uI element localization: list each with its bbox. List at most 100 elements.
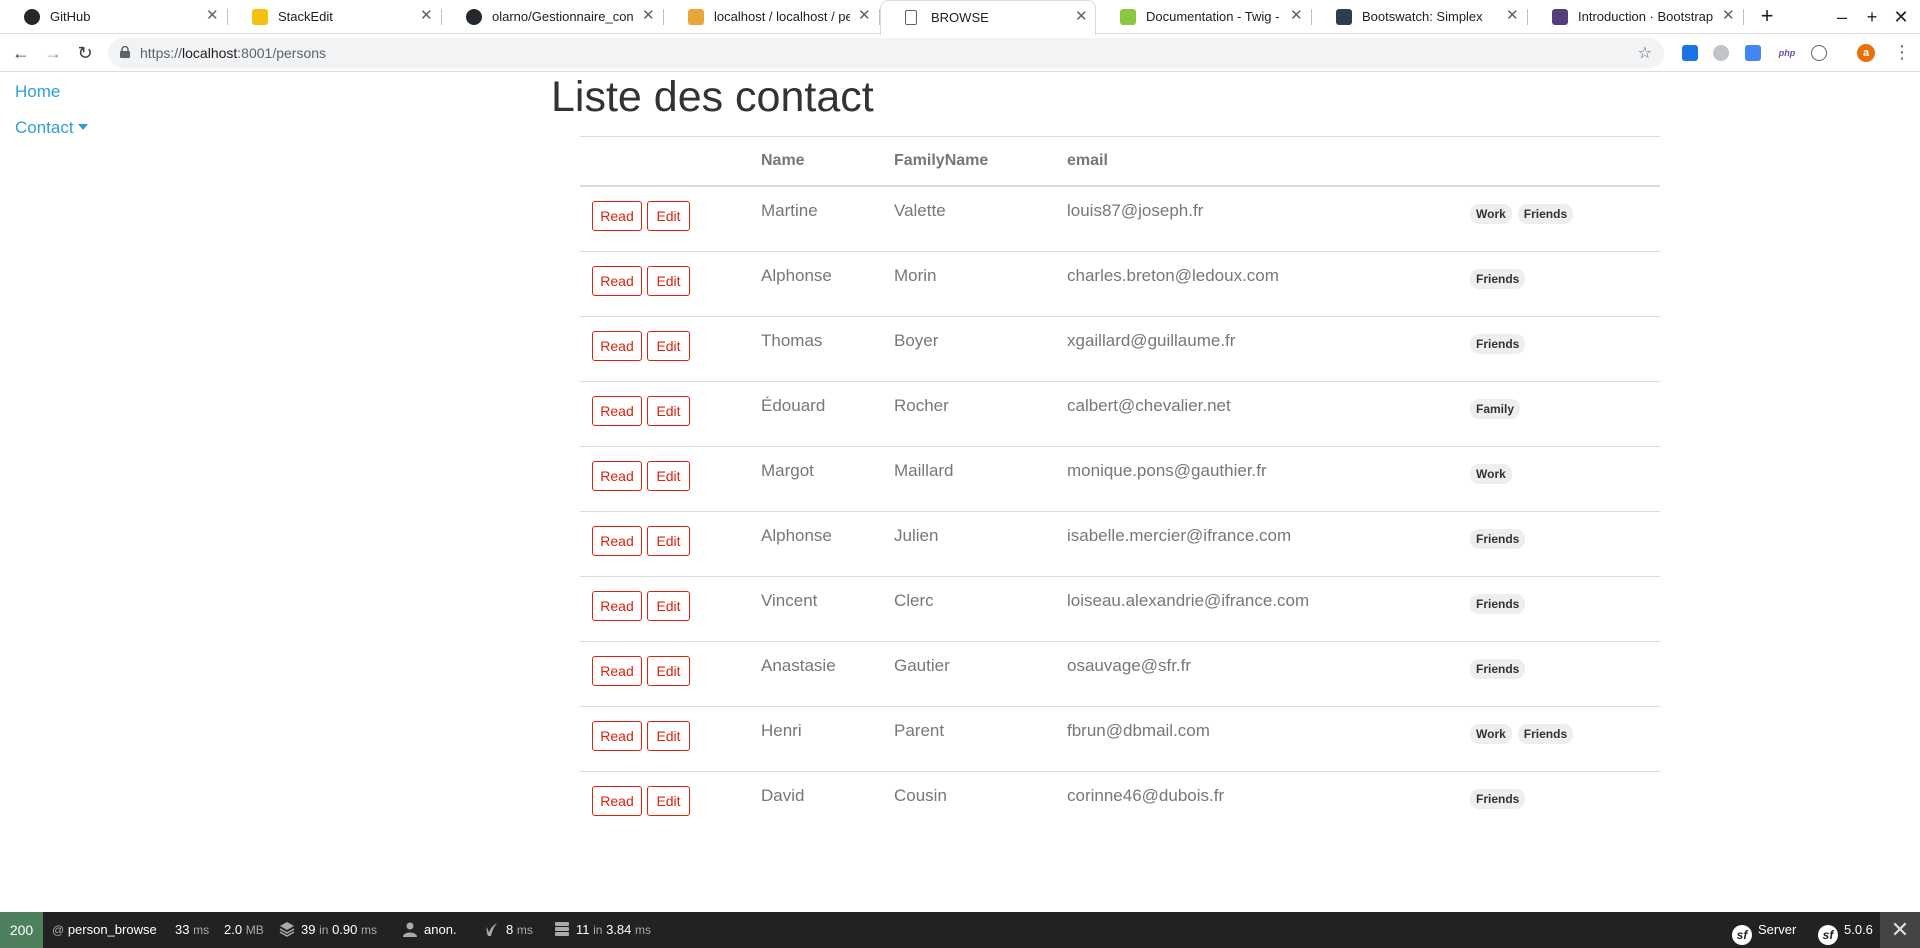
cell-family-name: Cousin [894,786,947,805]
browser-tab[interactable]: StackEdit ✕ [228,0,442,34]
cell-email: xgaillard@guillaume.fr [1067,331,1236,350]
cell-name: Thomas [761,331,823,350]
read-button[interactable]: Read [592,591,642,621]
browser-tab[interactable]: Bootswatch: Simplex ✕ [1312,0,1528,34]
tag-badge: Work [1470,724,1512,744]
cell-name: Anastasie [761,656,836,675]
browser-tab[interactable]: Introduction · Bootstrap ✕ [1528,0,1744,34]
new-tab-button[interactable]: + [1755,5,1779,29]
extension-shield-icon[interactable] [1745,45,1761,61]
edit-button[interactable]: Edit [647,526,690,556]
tag-list: Friends [1470,269,1526,289]
edit-button[interactable]: Edit [647,201,690,231]
cell-email: monique.pons@gauthier.fr [1067,461,1267,480]
tag-badge: Work [1470,464,1512,484]
github-icon [466,9,482,25]
nav-contact-dropdown[interactable]: Contact [15,118,88,138]
edit-button[interactable]: Edit [647,786,690,816]
server-panel[interactable]: sf Server [1732,912,1796,948]
read-button[interactable]: Read [592,331,642,361]
browser-menu-icon[interactable]: ⋮ [1893,42,1911,63]
tag-list: Friends [1470,529,1526,549]
tag-list: Friends [1470,789,1526,809]
reload-icon[interactable]: ↻ [72,40,98,66]
cache-panel[interactable]: 39 in 0.90 ms [279,912,377,948]
memory-usage[interactable]: 2.0 MB [224,912,264,948]
close-tab-icon[interactable]: ✕ [1290,8,1303,24]
read-button[interactable]: Read [592,396,642,426]
bookmark-star-icon[interactable]: ☆ [1638,43,1652,63]
close-tab-icon[interactable]: ✕ [1075,9,1088,25]
forward-icon[interactable]: → [40,40,66,66]
read-button[interactable]: Read [592,461,642,491]
close-tab-icon[interactable]: ✕ [1506,8,1519,24]
cell-family-name: Rocher [894,396,949,415]
nav-home-link[interactable]: Home [15,82,88,102]
tag-list: Family [1470,399,1521,419]
minimize-icon[interactable]: – [1829,4,1855,30]
stackedit-icon [252,9,268,25]
edit-button[interactable]: Edit [647,721,690,751]
edit-button[interactable]: Edit [647,266,690,296]
close-window-icon[interactable]: ✕ [1888,4,1914,30]
back-icon[interactable]: ← [8,40,34,66]
edit-button[interactable]: Edit [647,396,690,426]
cell-name: Margot [761,461,814,480]
tab-title: localhost / localhost / perso [714,9,850,24]
cell-name: Alphonse [761,266,832,285]
cell-name: Henri [761,721,802,740]
browser-tab-strip: GitHub ✕ StackEdit ✕ olarno/Gestionnaire_con… [0,0,1920,35]
read-button[interactable]: Read [592,721,642,751]
read-button[interactable]: Read [592,266,642,296]
tag-badge: Friends [1470,269,1526,289]
read-button[interactable]: Read [592,656,642,686]
close-tab-icon[interactable]: ✕ [642,8,655,24]
close-tab-icon[interactable]: ✕ [1722,8,1735,24]
read-button[interactable]: Read [592,786,642,816]
edit-button[interactable]: Edit [647,331,690,361]
column-header-family-name: FamilyName [894,152,989,169]
page-icon [905,10,917,25]
user-panel[interactable]: anon. [402,912,457,948]
bootstrap-icon [1552,9,1568,25]
table-row: Read Edit Henri Parent fbrun@dbmail.com Work F… [580,707,1660,772]
edit-button[interactable]: Edit [647,591,690,621]
page-content: Home Contact Liste des contact Name Fami… [0,72,1920,912]
extension-gray-icon[interactable] [1713,45,1729,61]
table-row: Read Edit Anastasie Gautier osauvage@sfr.fr F… [580,642,1660,707]
browser-toolbar: ← → ↻ https://localhost:8001/persons ☆ p… [0,34,1920,72]
extension-blue-icon[interactable] [1682,45,1698,61]
browser-tab[interactable]: GitHub ✕ [0,0,228,34]
status-code-badge[interactable]: 200 [0,912,43,948]
browser-tab[interactable]: localhost / localhost / perso ✕ [664,0,880,34]
maximize-icon[interactable]: + [1859,4,1885,30]
close-tab-icon[interactable]: ✕ [206,8,219,24]
edit-button[interactable]: Edit [647,656,690,686]
browser-tab[interactable]: BROWSE ✕ [880,0,1096,35]
tab-title: Introduction · Bootstrap [1578,9,1714,24]
profile-avatar[interactable]: a [1857,44,1875,62]
bootswatch-icon [1336,9,1352,25]
extension-php-icon[interactable]: php [1776,45,1798,61]
column-header-name: Name [761,152,805,169]
request-time[interactable]: 33 ms [175,912,209,948]
column-header-email: email [1067,152,1108,169]
close-tab-icon[interactable]: ✕ [420,8,433,24]
address-bar[interactable]: https://localhost:8001/persons ☆ [108,38,1664,68]
read-button[interactable]: Read [592,201,642,231]
page-title: Liste des contact [551,73,874,121]
close-toolbar-icon[interactable]: ✕ [1880,912,1920,948]
cell-email: fbrun@dbmail.com [1067,721,1210,740]
browser-tab[interactable]: Documentation - Twig - The ✕ [1096,0,1312,34]
browser-tab[interactable]: olarno/Gestionnaire_contac ✕ [442,0,664,34]
nav-contact-label: Contact [15,118,74,137]
twig-panel[interactable]: 8 ms [484,912,533,948]
read-button[interactable]: Read [592,526,642,556]
edit-button[interactable]: Edit [647,461,690,491]
extension-circle-icon[interactable] [1811,45,1827,61]
database-panel[interactable]: 11 in 3.84 ms [554,912,651,948]
route-indicator[interactable]: @ person_browse [52,912,157,948]
close-tab-icon[interactable]: ✕ [858,8,871,24]
symfony-version-panel[interactable]: sf 5.0.6 [1818,912,1873,948]
table-row: Read Edit Alphonse Morin charles.breton@ledo… [580,252,1660,317]
